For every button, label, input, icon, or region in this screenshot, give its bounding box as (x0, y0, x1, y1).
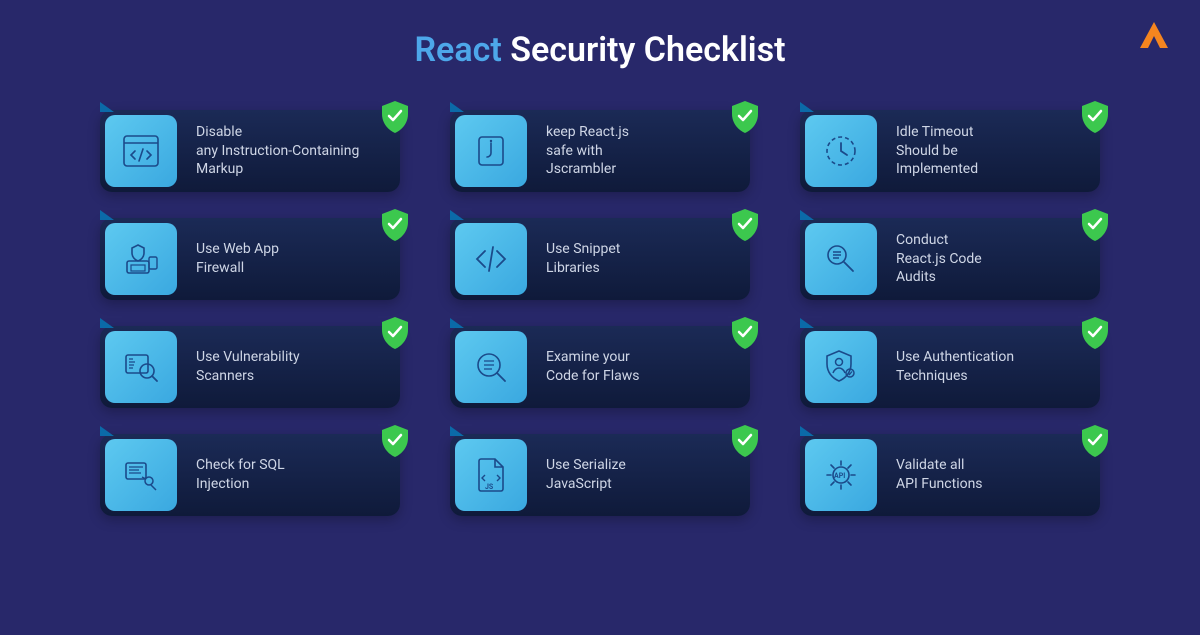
checklist-card: Disableany Instruction-Containing Markup (100, 110, 400, 192)
shield-check-icon (1080, 208, 1110, 242)
checklist-card: ConductReact.js CodeAudits (800, 218, 1100, 300)
card-fold-decoration (800, 102, 814, 112)
card-fold-decoration (450, 318, 464, 328)
card-fold-decoration (450, 426, 464, 436)
jscrambler-icon (455, 115, 527, 187)
title-accent: React (414, 30, 501, 70)
auth-shield-icon (805, 331, 877, 403)
card-label: Validate allAPI Functions (882, 456, 1100, 494)
card-label: keep React.jssafe withJscrambler (532, 123, 750, 180)
card-label: Use SerializeJavaScript (532, 456, 750, 494)
card-fold-decoration (450, 210, 464, 220)
card-fold-decoration (100, 318, 114, 328)
checklist-card: Check for SQLInjection (100, 434, 400, 516)
card-label: Examine yourCode for Flaws (532, 348, 750, 386)
card-label: Use AuthenticationTechniques (882, 348, 1100, 386)
card-label: Idle TimeoutShould beImplemented (882, 123, 1100, 180)
shield-check-icon (1080, 424, 1110, 458)
code-audit-icon (805, 223, 877, 295)
card-label: Use Web AppFirewall (182, 240, 400, 278)
shield-check-icon (380, 316, 410, 350)
code-window-icon (105, 115, 177, 187)
card-fold-decoration (100, 210, 114, 220)
checklist-card: Idle TimeoutShould beImplemented (800, 110, 1100, 192)
shield-check-icon (1080, 316, 1110, 350)
scanner-icon (105, 331, 177, 403)
shield-check-icon (730, 316, 760, 350)
checklist-card: keep React.jssafe withJscrambler (450, 110, 750, 192)
checklist-card: Validate allAPI Functions (800, 434, 1100, 516)
clock-idle-icon (805, 115, 877, 187)
checklist-card: Use AuthenticationTechniques (800, 326, 1100, 408)
shield-check-icon (380, 208, 410, 242)
card-label: Check for SQLInjection (182, 456, 400, 494)
card-fold-decoration (100, 102, 114, 112)
magnify-doc-icon (455, 331, 527, 403)
title-rest: Security Checklist (502, 30, 786, 70)
shield-check-icon (380, 100, 410, 134)
js-file-icon (455, 439, 527, 511)
checklist-grid: Disableany Instruction-Containing Markup… (0, 70, 1200, 516)
firewall-shield-icon (105, 223, 177, 295)
card-label: ConductReact.js CodeAudits (882, 231, 1100, 288)
checklist-card: Examine yourCode for Flaws (450, 326, 750, 408)
card-fold-decoration (800, 210, 814, 220)
card-label: Use SnippetLibraries (532, 240, 750, 278)
card-fold-decoration (800, 426, 814, 436)
checklist-card: Use Web AppFirewall (100, 218, 400, 300)
page-title: React Security Checklist (0, 0, 1200, 70)
shield-check-icon (1080, 100, 1110, 134)
card-label: Use VulnerabilityScanners (182, 348, 400, 386)
api-gear-icon (805, 439, 877, 511)
brand-logo (1136, 18, 1172, 58)
shield-check-icon (730, 100, 760, 134)
shield-check-icon (380, 424, 410, 458)
card-label: Disableany Instruction-Containing Markup (182, 123, 400, 180)
shield-check-icon (730, 208, 760, 242)
card-fold-decoration (100, 426, 114, 436)
card-fold-decoration (800, 318, 814, 328)
card-fold-decoration (450, 102, 464, 112)
sql-injection-icon (105, 439, 177, 511)
checklist-card: Use SnippetLibraries (450, 218, 750, 300)
checklist-card: Use SerializeJavaScript (450, 434, 750, 516)
shield-check-icon (730, 424, 760, 458)
checklist-card: Use VulnerabilityScanners (100, 326, 400, 408)
code-slash-icon (455, 223, 527, 295)
